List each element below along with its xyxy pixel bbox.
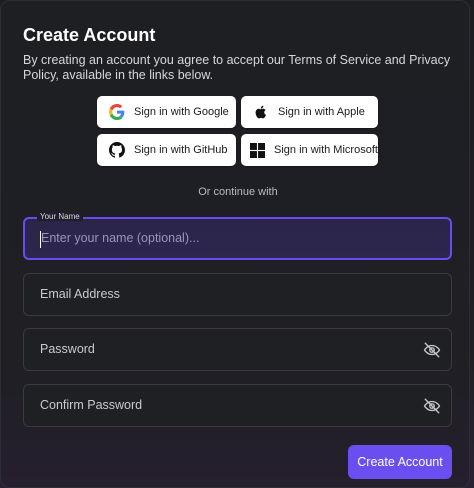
name-placeholder: Enter your name (optional)... <box>41 231 200 245</box>
apple-signin-button[interactable]: Sign in with Apple <box>241 96 378 128</box>
apple-icon <box>253 104 269 120</box>
terms-text: By creating an account you agree to acce… <box>23 53 451 82</box>
password-placeholder: Password <box>40 342 95 356</box>
divider-text: Or continue with <box>198 186 278 198</box>
email-field[interactable]: Email Address <box>23 273 452 316</box>
name-field[interactable]: Enter your name (optional)... <box>23 217 452 260</box>
create-account-button[interactable]: Create Account <box>348 445 452 479</box>
page-title: Create Account <box>23 25 156 45</box>
apple-signin-label: Sign in with Apple <box>278 106 365 118</box>
google-signin-label: Sign in with Google <box>134 106 229 118</box>
eye-off-icon[interactable] <box>423 341 441 359</box>
microsoft-signin-label: Sign in with Microsoft <box>274 144 378 156</box>
microsoft-signin-button[interactable]: Sign in with Microsoft <box>241 134 378 166</box>
eye-off-icon[interactable] <box>423 397 441 415</box>
github-signin-button[interactable]: Sign in with GitHub <box>97 134 236 166</box>
confirm-password-placeholder: Confirm Password <box>40 398 143 412</box>
create-account-card: Create Account By creating an account yo… <box>0 0 470 488</box>
github-icon <box>109 142 125 158</box>
confirm-password-field[interactable]: Confirm Password <box>23 384 452 427</box>
google-icon <box>109 104 125 120</box>
name-field-label: Your Name <box>37 212 83 221</box>
google-signin-button[interactable]: Sign in with Google <box>97 96 236 128</box>
email-placeholder: Email Address <box>40 287 120 301</box>
github-signin-label: Sign in with GitHub <box>134 144 228 156</box>
microsoft-icon <box>249 142 265 158</box>
password-field[interactable]: Password <box>23 328 452 371</box>
